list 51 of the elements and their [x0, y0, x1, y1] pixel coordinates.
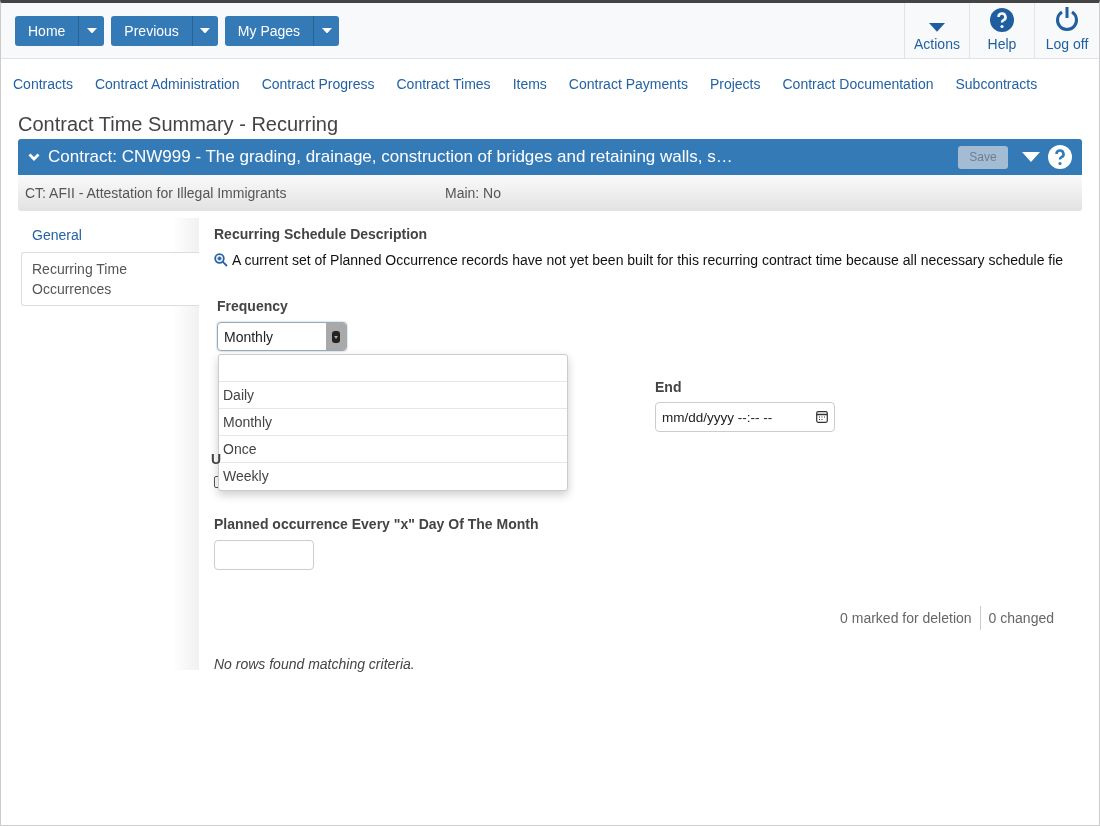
contract-title: Contract: CNW999 - The grading, drainage, construction of bridges and retaining walls, s… [48, 147, 734, 167]
nav-link[interactable]: Items [512, 76, 547, 109]
caret-icon [86, 27, 97, 34]
dropdown-toggle[interactable] [192, 15, 218, 46]
side-tab[interactable]: Recurring Time Occurrences [21, 252, 199, 306]
toolbar-action[interactable]: Help [969, 3, 1034, 58]
dropdown-option[interactable]: Monthly [219, 409, 567, 436]
dropdown-toggle[interactable] [314, 15, 340, 46]
count-label: 0 changed [979, 606, 1062, 630]
nav-link[interactable]: Contract Progress [261, 76, 375, 109]
dropdown-toggle[interactable] [79, 15, 105, 46]
nav-link[interactable]: Subcontracts [955, 76, 1038, 109]
dropdown-option[interactable]: Daily [219, 382, 567, 409]
field-label: Frequency [217, 298, 289, 314]
help-icon [1048, 145, 1072, 169]
field-label: End [655, 379, 683, 395]
empty-message: No rows found matching criteria. [214, 656, 416, 672]
end-date-field[interactable]: mm/dd/yyyy --:-- -- [655, 402, 835, 432]
nav-link[interactable]: Contract Times [396, 76, 491, 109]
frequency-select[interactable]: Monthly [217, 322, 347, 351]
caret-icon [1022, 152, 1040, 162]
nav-link[interactable]: Contract Documentation [782, 76, 934, 109]
nav-button[interactable]: Previous [111, 15, 193, 46]
nav-link[interactable]: Contract Administration [94, 76, 240, 109]
count-label: 0 marked for deletion [839, 609, 973, 628]
contract-time-label: CT: AFII - Attestation for Illegal Immigrants [25, 185, 288, 201]
caret-icon [929, 23, 945, 32]
power-icon [1055, 6, 1079, 32]
toolbar-action[interactable]: Log off [1034, 3, 1099, 58]
dropdown-option[interactable]: Weekly [219, 463, 567, 490]
calendar-icon [816, 411, 828, 423]
nav-link[interactable]: Contract Payments [568, 76, 688, 109]
toolbar-action[interactable]: Actions [904, 3, 969, 58]
main-label: Main: No [445, 185, 502, 201]
nav-button[interactable]: Home [15, 15, 80, 46]
nav-button[interactable]: My Pages [224, 15, 315, 46]
zoom-in-icon [214, 253, 228, 267]
field-label: U [211, 451, 222, 467]
field-label: Planned occurrence Every "x" Day Of The Month [214, 516, 540, 532]
caret-icon [200, 27, 211, 34]
chevron-icon [28, 152, 40, 162]
nav-link[interactable]: Projects [709, 76, 761, 109]
nav-link[interactable]: Contracts [13, 76, 73, 109]
caret-icon [331, 329, 341, 344]
side-tab[interactable]: General [21, 218, 199, 252]
day-input-field[interactable] [214, 540, 314, 570]
section-title: Recurring Schedule Description [214, 226, 429, 242]
info-message: A current set of Planned Occurrence records have not yet been built for this recurring contract time because all necessary schedule fie [232, 252, 1064, 268]
help-icon [990, 8, 1014, 32]
caret-icon [321, 27, 332, 34]
page-title: Contract Time Summary - Recurring [17, 112, 340, 137]
